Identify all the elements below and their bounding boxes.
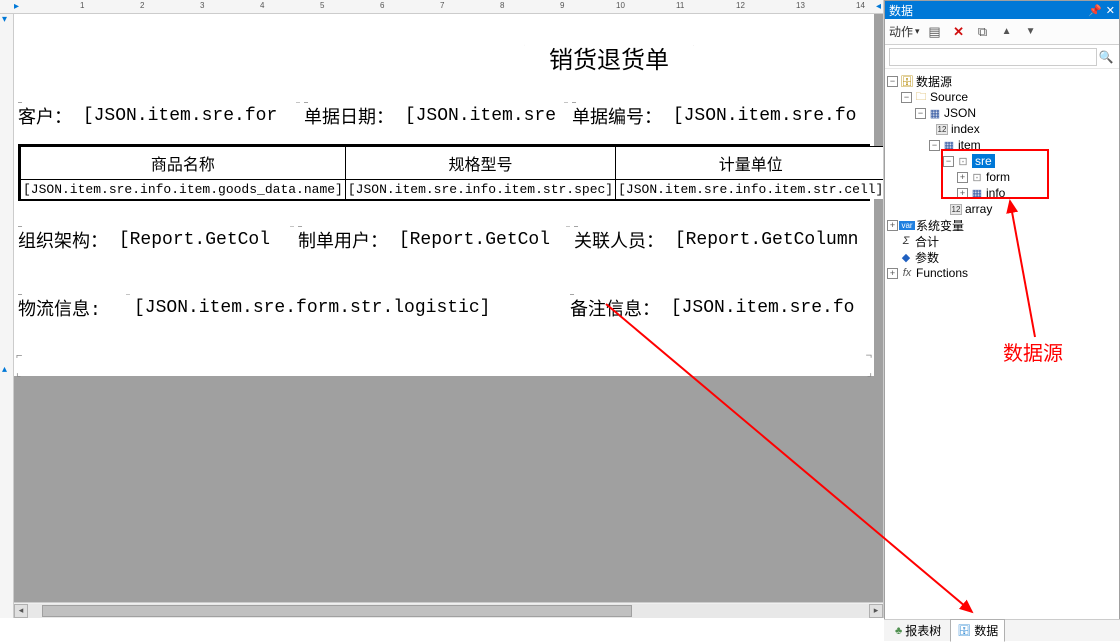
tab-data[interactable]: 🗄 数据 (950, 619, 1005, 642)
panel-title-bar: 数据 📌 ✕ (885, 1, 1119, 19)
field-bill-code[interactable]: ⌐ 单据编号： [JSON.item.sre.fo (572, 102, 870, 130)
data-icon: 🗄 (957, 624, 971, 637)
search-input[interactable] (889, 48, 1097, 66)
td-spec[interactable]: [JSON.item.sre.info.item.str.spec] (345, 180, 615, 200)
report-title[interactable]: ⌐ 销货退货单 ¬ ⌞ ⌟ (524, 42, 694, 72)
ruler-marker-left: ▸ (14, 1, 19, 12)
tree-node-params[interactable]: ◆参数 (887, 249, 1117, 265)
report-design-area: ▸ ◂ 1 2 3 4 5 6 7 8 9 10 11 12 13 14 ▾ ▴ (0, 0, 884, 618)
vruler-marker-top: ▾ (2, 14, 7, 25)
tree-node-info[interactable]: +▦info (887, 185, 1117, 201)
copy-icon[interactable]: ⧉ (974, 23, 992, 41)
pin-icon[interactable]: 📌 (1088, 4, 1102, 17)
up-icon[interactable]: ▲ (998, 23, 1016, 41)
horizontal-scrollbar[interactable]: ◂ ▸ (14, 602, 883, 618)
tree-node-sysvars[interactable]: +var系统变量 (887, 217, 1117, 233)
table-data-row: [JSON.item.sre.info.item.goods_data.name… (21, 180, 884, 200)
tree-node-totals[interactable]: Σ合计 (887, 233, 1117, 249)
th-goods-name[interactable]: 商品名称 (21, 147, 346, 180)
tree-node-json[interactable]: −▦JSON (887, 105, 1117, 121)
field-bill-date[interactable]: ⌐ 单据日期： [JSON.item.sre ¬ (304, 102, 568, 130)
tree-node-form[interactable]: +⊡form (887, 169, 1117, 185)
tree-node-source[interactable]: −🗀Source (887, 89, 1117, 105)
data-tree[interactable]: −🗄数据源 −🗀Source −▦JSON 12index −▦item −⊡s… (885, 69, 1119, 640)
close-panel-icon[interactable]: ✕ (1106, 4, 1115, 17)
td-unit[interactable]: [JSON.item.sre.info.item.str.cell] (616, 180, 883, 200)
scroll-left-button[interactable]: ◂ (14, 604, 28, 618)
field-logistics-label[interactable]: ⌐ 物流信息: ¬ ⌞ ⌟ (18, 294, 130, 322)
field-remark[interactable]: ⌐ 备注信息： [JSON.item.sre.fo (570, 294, 870, 322)
tree-node-item[interactable]: −▦item (887, 137, 1117, 153)
delete-icon[interactable]: ✕ (950, 23, 968, 41)
tree-node-sre[interactable]: −⊡sre (887, 153, 1117, 169)
th-unit[interactable]: 计量单位 (616, 147, 883, 180)
field-maker[interactable]: ⌐ 制单用户： [Report.GetCol ¬ (298, 226, 570, 254)
vertical-ruler: ▾ ▴ (0, 14, 14, 618)
bottom-tabs: ♣ 报表树 🗄 数据 (884, 619, 1120, 641)
tree-node-array[interactable]: 12array (887, 201, 1117, 217)
report-page: ⌐ 销货退货单 ¬ ⌞ ⌟ ⌐ 客户： [JSON.item.sre.for ¬… (14, 14, 874, 376)
tree-icon: ♣ (895, 625, 902, 637)
td-goods-name[interactable]: [JSON.item.sre.info.item.goods_data.name… (21, 180, 346, 200)
search-row: 🔍 (885, 45, 1119, 69)
table-header-row: 商品名称 规格型号 计量单位 仓库 (21, 147, 884, 180)
field-logistics-expr[interactable]: [JSON.item.sre.form.str.logistic] ⌟ (134, 294, 514, 322)
tab-report-tree[interactable]: ♣ 报表树 (888, 619, 948, 642)
field-customer[interactable]: ⌐ 客户： [JSON.item.sre.for ¬ ⌞ (18, 102, 300, 130)
field-org[interactable]: ⌐ 组织架构： [Report.GetCol ¬ ⌞ (18, 226, 294, 254)
design-canvas[interactable]: ⌐ 销货退货单 ¬ ⌞ ⌟ ⌐ 客户： [JSON.item.sre.for ¬… (14, 14, 883, 618)
ruler-marker-right: ◂ (876, 1, 881, 12)
data-panel: 数据 📌 ✕ 动作▾ ▤ ✕ ⧉ ▲ ▼ 🔍 −🗄数据源 −🗀Sou (884, 0, 1120, 641)
vruler-marker-bottom: ▴ (2, 364, 7, 375)
search-icon[interactable]: 🔍 (1097, 50, 1115, 64)
actions-dropdown[interactable]: 动作▾ (889, 23, 920, 40)
th-spec[interactable]: 规格型号 (345, 147, 615, 180)
new-item-icon[interactable]: ▤ (926, 23, 944, 41)
scroll-thumb[interactable] (42, 605, 632, 617)
down-icon[interactable]: ▼ (1022, 23, 1040, 41)
field-related[interactable]: ⌐ 关联人员： [Report.GetColumn (574, 226, 870, 254)
tree-node-index[interactable]: 12index (887, 121, 1117, 137)
annotation-label: 数据源 (1003, 337, 1063, 366)
panel-title-label: 数据 (889, 2, 913, 19)
report-table[interactable]: 商品名称 规格型号 计量单位 仓库 [JSON.item.sre.info.it… (18, 144, 870, 201)
horizontal-ruler: ▸ ◂ 1 2 3 4 5 6 7 8 9 10 11 12 13 14 (0, 0, 883, 14)
panel-toolbar: 动作▾ ▤ ✕ ⧉ ▲ ▼ (885, 19, 1119, 45)
scroll-right-button[interactable]: ▸ (869, 604, 883, 618)
tree-node-functions[interactable]: +fxFunctions (887, 265, 1117, 281)
